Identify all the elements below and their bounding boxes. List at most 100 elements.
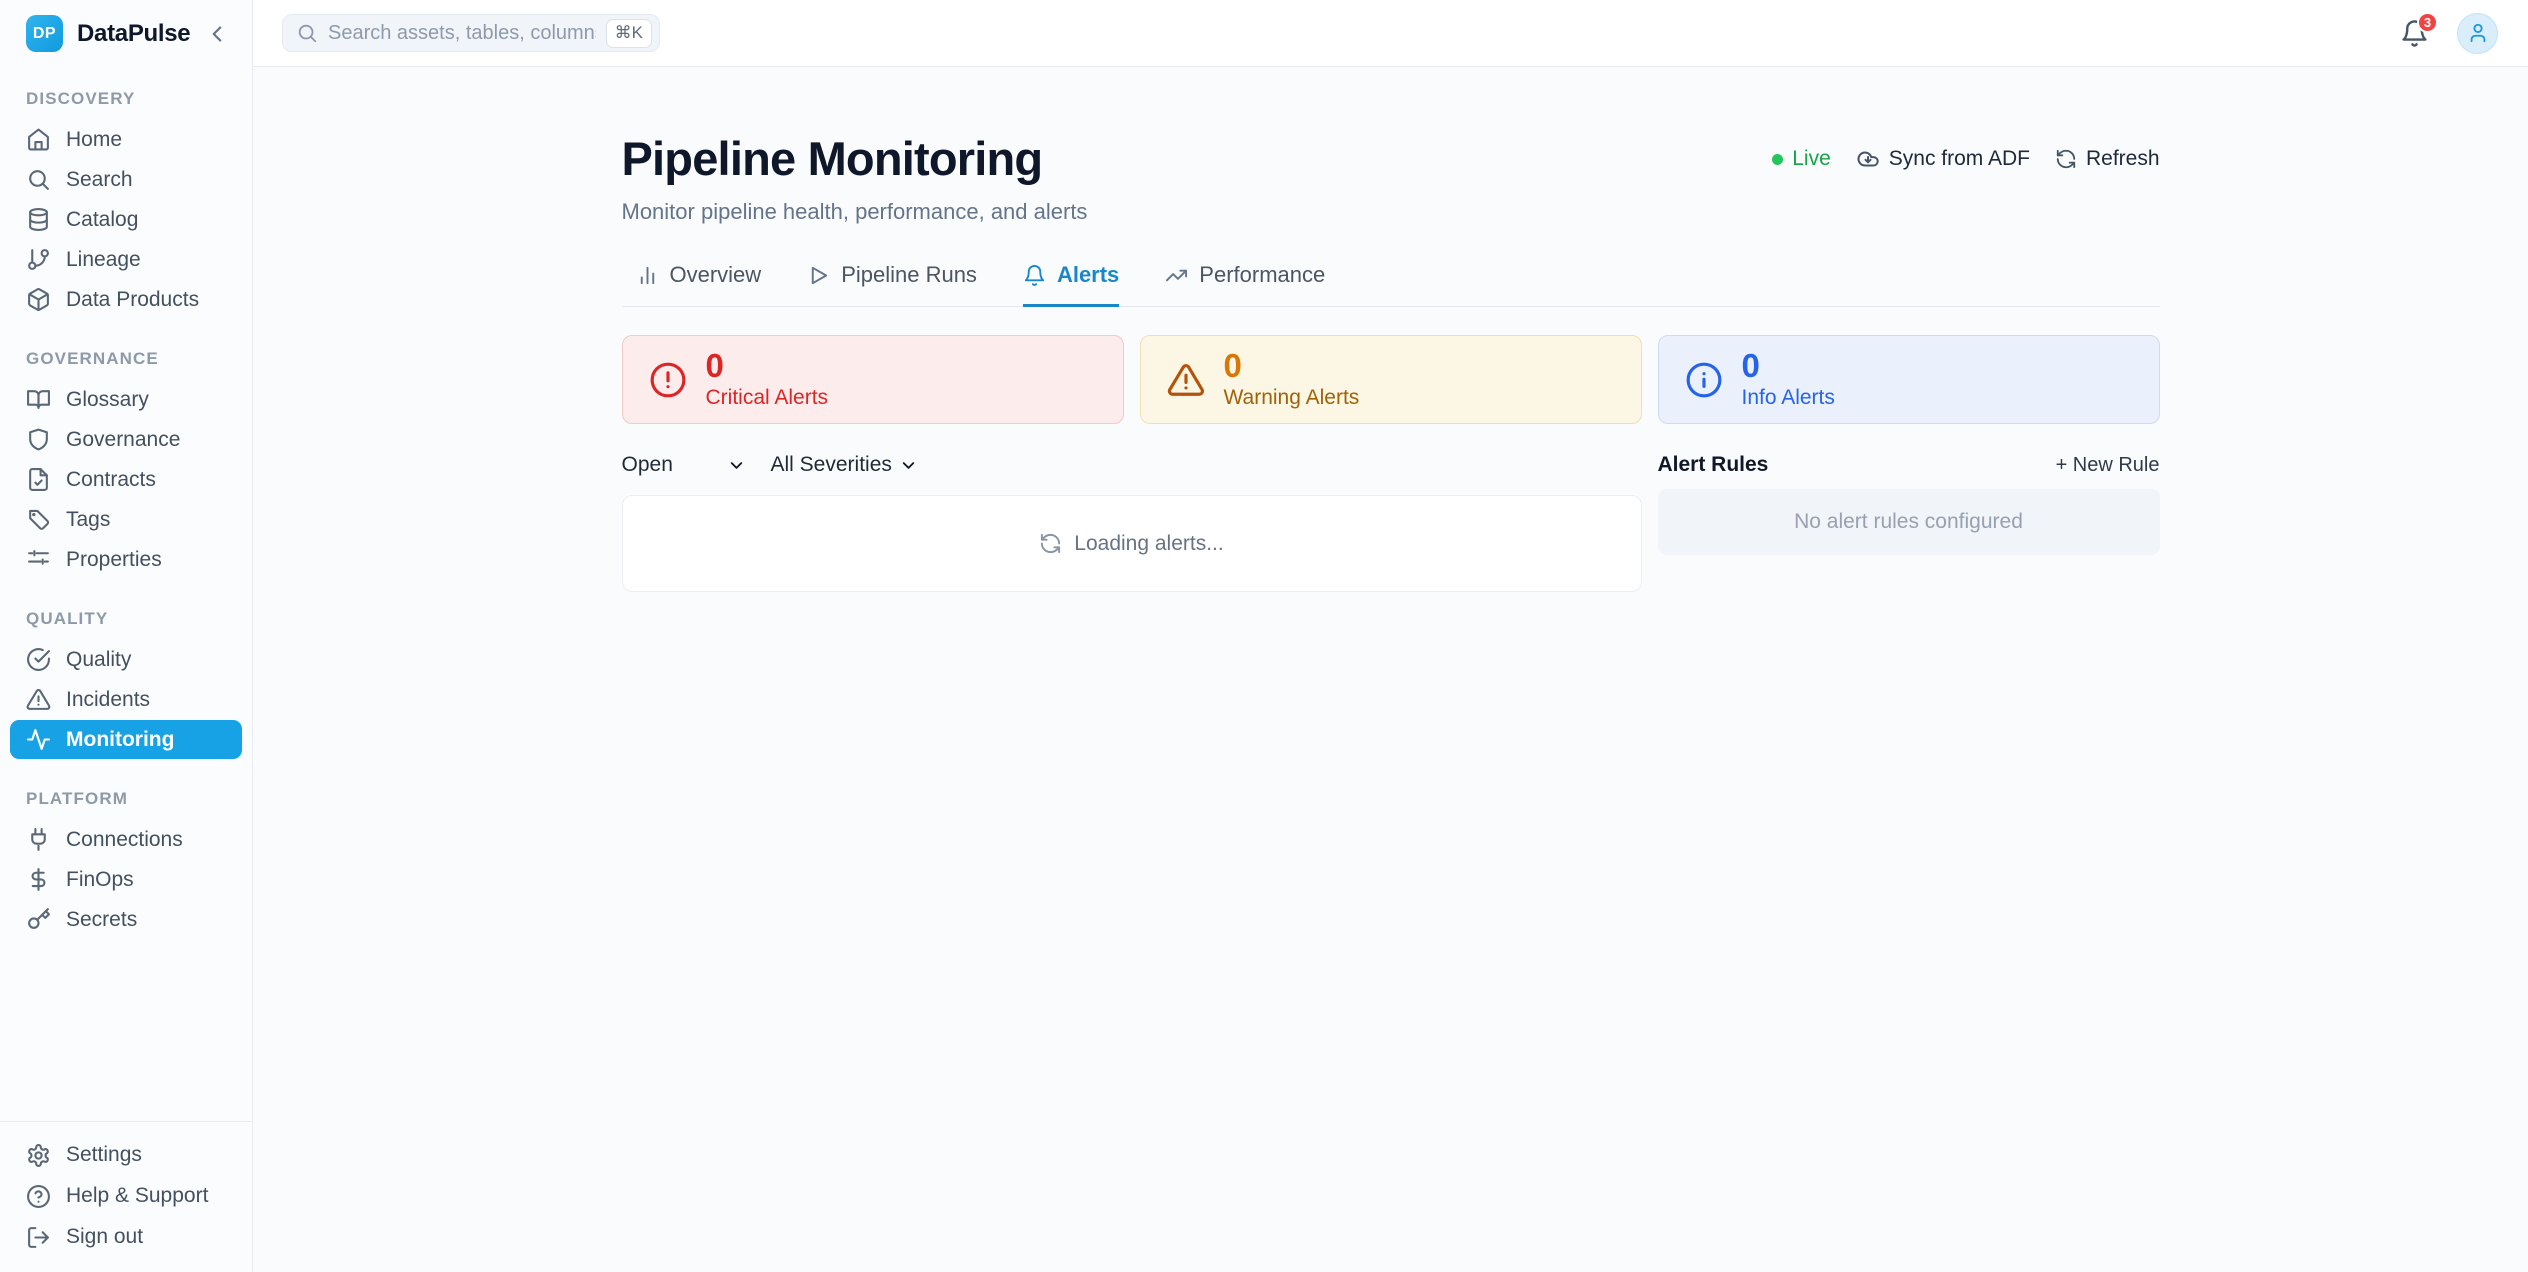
- tab-label: Overview: [670, 262, 762, 288]
- bell-icon: [1023, 264, 1046, 287]
- sidebar-item-secrets[interactable]: Secrets: [10, 900, 242, 939]
- sidebar-item-finops[interactable]: FinOps: [10, 860, 242, 899]
- plug-icon: [26, 827, 51, 852]
- refresh-icon: [2055, 148, 2077, 170]
- sidebar-item-help-support[interactable]: Help & Support: [10, 1176, 242, 1216]
- notification-count-badge: 3: [2417, 12, 2438, 33]
- alerts-loading-panel: Loading alerts...: [622, 495, 1642, 592]
- sidebar-nav: DISCOVERYHomeSearchCatalogLineageData Pr…: [0, 67, 252, 1121]
- home-icon: [26, 127, 51, 152]
- sidebar-item-label: Secrets: [66, 908, 137, 932]
- sidebar-item-incidents[interactable]: Incidents: [10, 680, 242, 719]
- sidebar-section-label: GOVERNANCE: [10, 339, 242, 379]
- warning-alerts-card: 0Warning Alerts: [1140, 335, 1642, 424]
- search-input[interactable]: [328, 22, 596, 45]
- live-label: Live: [1792, 147, 1831, 171]
- alert-rules-section: Alert Rules + New Rule No alert rules co…: [1658, 446, 2160, 592]
- tab-label: Pipeline Runs: [841, 262, 977, 288]
- alert-card-label: Warning Alerts: [1224, 386, 1360, 410]
- sidebar-item-label: Monitoring: [66, 728, 174, 752]
- database-icon: [26, 207, 51, 232]
- info-alerts-card: 0Info Alerts: [1658, 335, 2160, 424]
- help-circle-icon: [26, 1184, 51, 1209]
- sidebar-item-sign-out[interactable]: Sign out: [10, 1217, 242, 1257]
- sidebar-item-properties[interactable]: Properties: [10, 540, 242, 579]
- sidebar-item-label: Settings: [66, 1143, 142, 1167]
- sidebar-item-monitoring[interactable]: Monitoring: [10, 720, 242, 759]
- tab-label: Alerts: [1057, 262, 1119, 288]
- app-name: DataPulse: [77, 20, 190, 48]
- global-search[interactable]: ⌘K: [282, 14, 660, 52]
- sidebar-section-discovery: DISCOVERYHomeSearchCatalogLineageData Pr…: [10, 79, 242, 319]
- sidebar-item-label: FinOps: [66, 868, 134, 892]
- alert-rules-title: Alert Rules: [1658, 453, 1769, 477]
- tag-icon: [26, 507, 51, 532]
- live-status-badge: Live: [1772, 147, 1831, 171]
- alerts-list-section: Open All Severities Loading alerts...: [622, 446, 1642, 592]
- sidebar-item-quality[interactable]: Quality: [10, 640, 242, 679]
- alert-triangle-icon: [26, 687, 51, 712]
- sidebar-section-label: QUALITY: [10, 599, 242, 639]
- dollar-icon: [26, 867, 51, 892]
- sidebar-item-label: Catalog: [66, 208, 138, 232]
- user-avatar[interactable]: [2457, 13, 2498, 54]
- key-icon: [26, 907, 51, 932]
- live-dot-icon: [1772, 154, 1783, 165]
- play-icon: [807, 264, 830, 287]
- book-open-icon: [26, 387, 51, 412]
- sidebar-item-contracts[interactable]: Contracts: [10, 460, 242, 499]
- cloud-download-icon: [1856, 147, 1880, 171]
- search-icon: [296, 22, 318, 44]
- sidebar-section-platform: PLATFORM Connections FinOps Secrets: [10, 779, 242, 939]
- sidebar-item-label: Connections: [66, 828, 183, 852]
- sidebar-item-tags[interactable]: Tags: [10, 500, 242, 539]
- tab-pipeline-runs[interactable]: Pipeline Runs: [807, 262, 977, 307]
- alert-summary-cards: 0 Critical Alerts 0Warning Alerts0Info Ale…: [622, 335, 2160, 424]
- shield-icon: [26, 427, 51, 452]
- chevron-down-icon: [727, 456, 746, 475]
- sidebar-item-label: Incidents: [66, 688, 150, 712]
- sync-from-adf-button[interactable]: Sync from ADF: [1856, 147, 2030, 171]
- alert-count: 0: [1224, 349, 1360, 384]
- refresh-label: Refresh: [2086, 147, 2160, 171]
- tab-overview[interactable]: Overview: [636, 262, 762, 307]
- file-check-icon: [26, 467, 51, 492]
- sidebar-item-home[interactable]: Home: [10, 120, 242, 159]
- top-header: ⌘K 3: [253, 0, 2528, 67]
- bar-chart-icon: [636, 264, 659, 287]
- sidebar-item-data-products[interactable]: Data Products: [10, 280, 242, 319]
- sidebar-item-search[interactable]: Search: [10, 160, 242, 199]
- alert-card-label: Critical Alerts: [706, 386, 829, 410]
- log-out-icon: [26, 1225, 51, 1250]
- severity-filter-value: All Severities: [771, 453, 892, 477]
- search-shortcut-badge: ⌘K: [606, 19, 652, 48]
- sidebar-item-label: Search: [66, 168, 133, 192]
- sidebar-item-catalog[interactable]: Catalog: [10, 200, 242, 239]
- tab-performance[interactable]: Performance: [1165, 262, 1325, 307]
- git-branch-icon: [26, 247, 51, 272]
- activity-icon: [26, 727, 51, 752]
- new-rule-button[interactable]: + New Rule: [2056, 454, 2160, 477]
- notifications-button[interactable]: 3: [2400, 19, 2429, 48]
- sidebar-item-lineage[interactable]: Lineage: [10, 240, 242, 279]
- sidebar-footer: Settings Help & SupportSign out: [0, 1121, 252, 1272]
- alert-circle-icon: [649, 361, 687, 399]
- status-filter-select[interactable]: Open: [622, 453, 746, 477]
- sidebar-item-label: Tags: [66, 508, 110, 532]
- page-subtitle: Monitor pipeline health, performance, an…: [622, 199, 1088, 225]
- status-filter-value: Open: [622, 453, 673, 477]
- alert-rules-empty-state: No alert rules configured: [1658, 489, 2160, 555]
- sidebar-item-glossary[interactable]: Glossary: [10, 380, 242, 419]
- sidebar-section-label: PLATFORM: [10, 779, 242, 819]
- sidebar-section-governance: GOVERNANCEGlossaryGovernanceContracts Tag…: [10, 339, 242, 579]
- tab-alerts[interactable]: Alerts: [1023, 262, 1119, 307]
- sidebar-item-governance[interactable]: Governance: [10, 420, 242, 459]
- loading-spinner-icon: [1039, 532, 1062, 555]
- trending-up-icon: [1165, 264, 1188, 287]
- collapse-sidebar-icon[interactable]: [204, 21, 230, 47]
- sidebar-item-settings[interactable]: Settings: [10, 1135, 242, 1175]
- refresh-button[interactable]: Refresh: [2055, 147, 2160, 171]
- severity-filter-select[interactable]: All Severities: [771, 453, 918, 477]
- gear-icon: [26, 1143, 51, 1168]
- sidebar-item-connections[interactable]: Connections: [10, 820, 242, 859]
